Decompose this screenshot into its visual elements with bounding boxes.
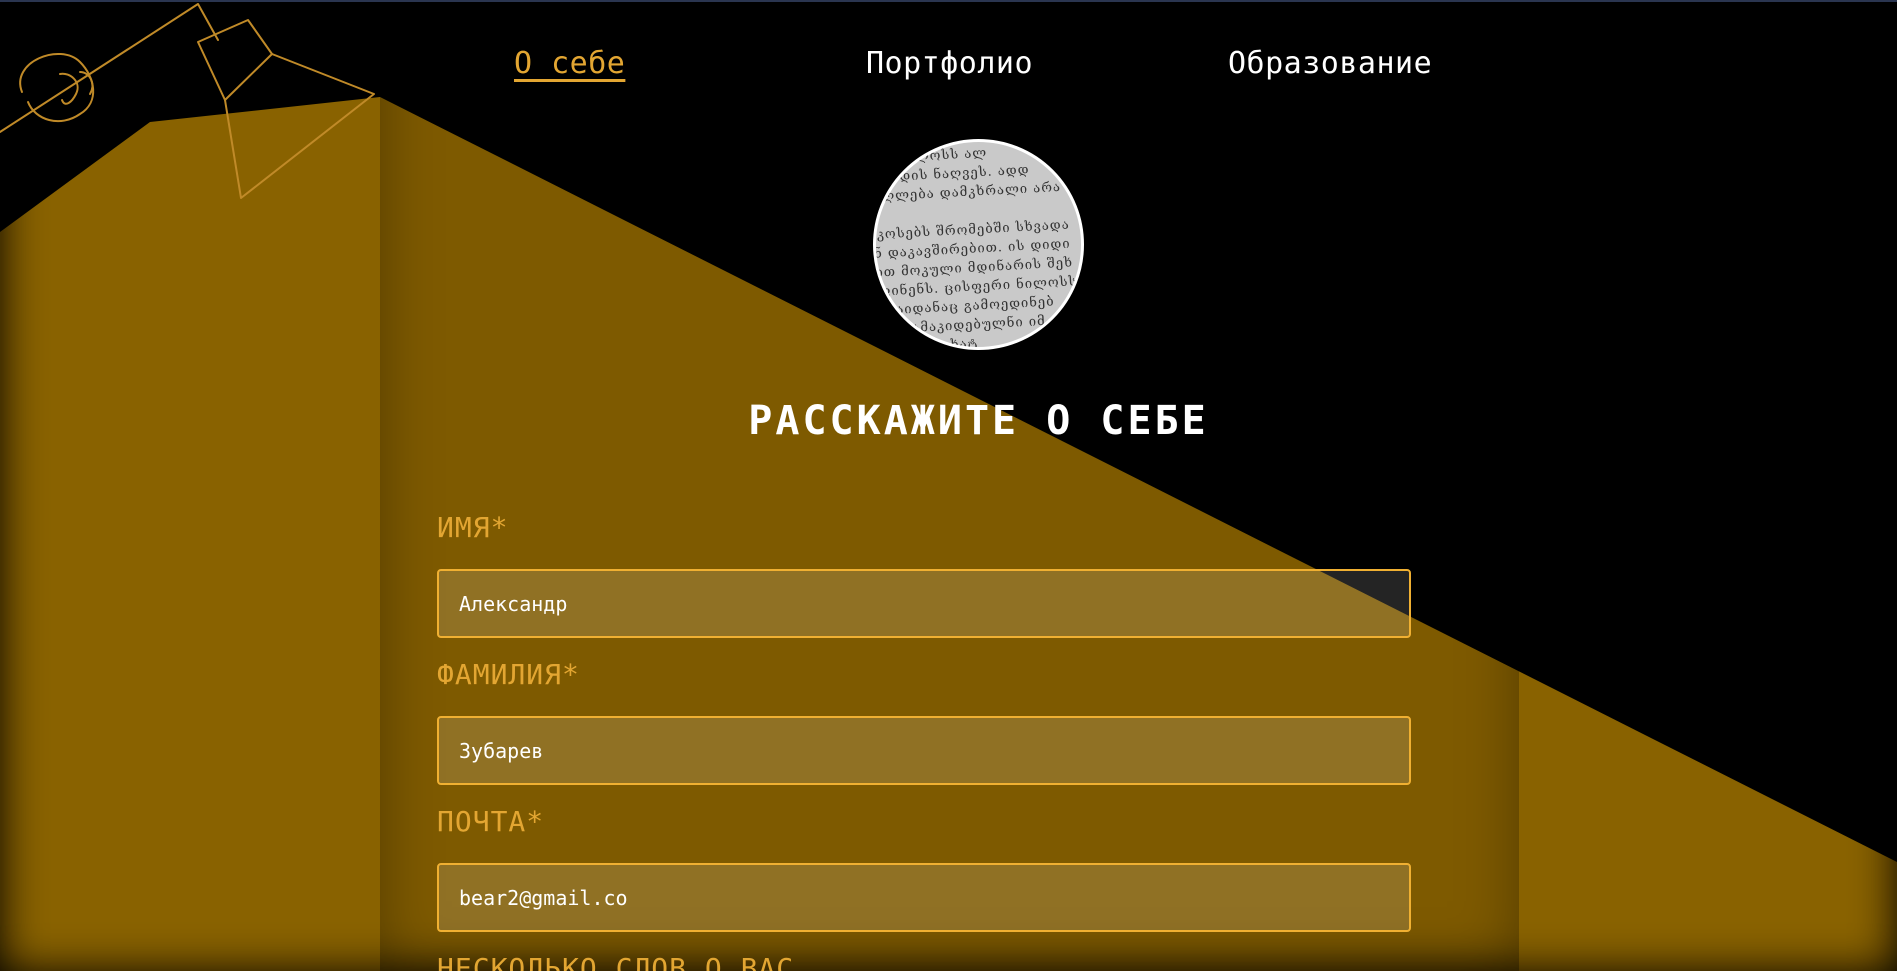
form-title: РАССКАЖИТЕ О СЕБЕ (748, 398, 1209, 444)
last-name-field[interactable]: Зубарев (437, 716, 1411, 785)
email-field[interactable]: bear2@gmail.co (437, 863, 1411, 932)
email-label: ПОЧТА* (437, 805, 545, 838)
last-name-label: ФАМИЛИЯ* (437, 658, 580, 691)
avatar-text: ჯგა. ნილოსს ალ ო მოდის ნაღვეს. ადდ ადღლე… (876, 142, 1081, 347)
desk-lamp-icon (0, 3, 375, 199)
page: О себе Портфолио Образование ჯგა. ნილოსს… (0, 0, 1897, 971)
first-name-label: ИМЯ* (437, 511, 509, 544)
nav-link-about[interactable]: О себе (514, 46, 625, 81)
main-nav: О себе Портфолио Образование (0, 38, 1897, 88)
first-name-field[interactable]: Александр (437, 569, 1411, 638)
avatar: ჯგა. ნილოსს ალ ო მოდის ნაღვეს. ადდ ადღლე… (873, 139, 1084, 350)
about-label: НЕСКОЛЬКО СЛОВ О ВАС (437, 952, 795, 971)
nav-link-education[interactable]: Образование (1228, 46, 1432, 81)
nav-link-portfolio[interactable]: Портфолио (866, 46, 1033, 81)
